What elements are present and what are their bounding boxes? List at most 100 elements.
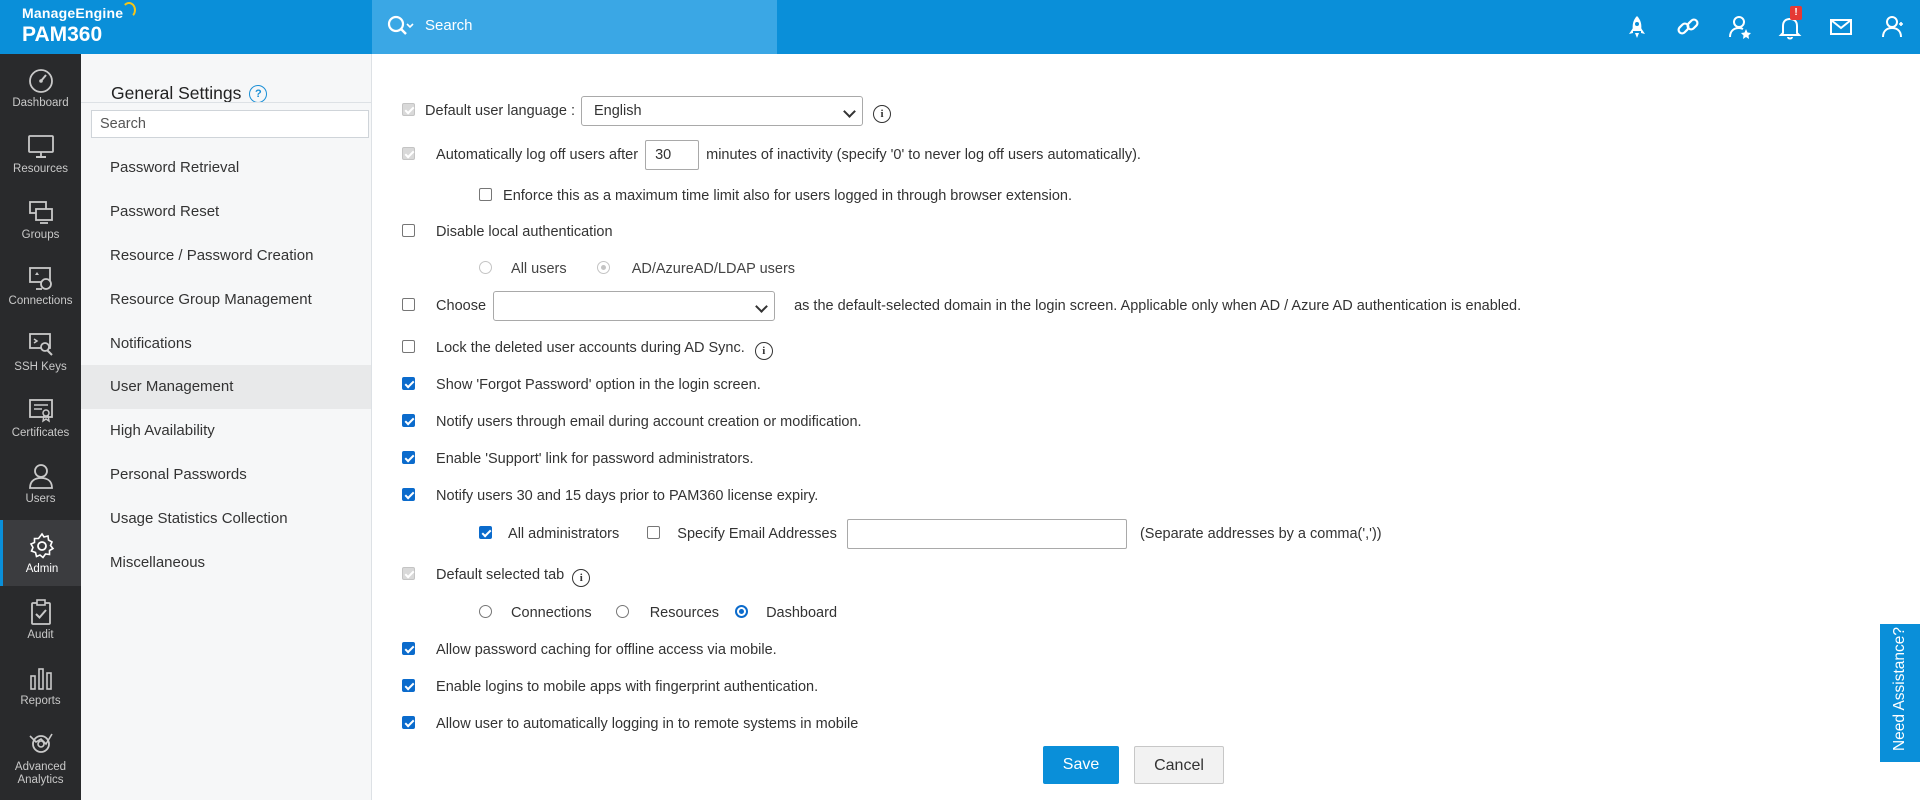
bar-chart-icon (29, 668, 52, 690)
logo-swoosh-icon (122, 2, 136, 18)
ldap-users-radio[interactable] (596, 261, 610, 274)
rail-label: Certificates (11, 427, 70, 439)
info-icon[interactable]: i (873, 105, 892, 123)
certificate-icon (28, 399, 53, 423)
rail-item-ssh-keys[interactable]: SSH Keys (0, 318, 81, 384)
rail-item-admin[interactable]: Admin (0, 520, 81, 586)
support-link-row: Enable 'Support' link for password admin… (402, 447, 753, 471)
fingerprint-label: Enable logins to mobile apps with finger… (436, 679, 819, 695)
app-logo[interactable]: ManageEngine PAM360 (0, 0, 372, 54)
password-caching-row: Allow password caching for offline acces… (402, 638, 777, 662)
specify-email-checkbox[interactable] (647, 526, 661, 539)
help-icon[interactable]: ? (249, 85, 268, 103)
connections-radio[interactable] (479, 605, 492, 618)
enforce-max-checkbox[interactable] (479, 188, 492, 201)
groups-icon (28, 201, 53, 224)
fingerprint-checkbox[interactable] (402, 679, 415, 692)
rail-label: Connections (8, 295, 73, 307)
lock-deleted-label: Lock the deleted user accounts during AD… (436, 340, 745, 356)
nav-item-user-management[interactable]: User Management (81, 365, 371, 409)
rail-item-users[interactable]: Users (0, 450, 81, 516)
choose-domain-checkbox[interactable] (402, 298, 415, 311)
nav-item-password-reset[interactable]: Password Reset (81, 190, 371, 234)
search-input[interactable]: Search (425, 17, 473, 34)
nav-item-notifications[interactable]: Notifications (81, 322, 371, 366)
resources-radio[interactable] (615, 605, 629, 618)
lock-deleted-checkbox[interactable] (402, 340, 415, 353)
rail-item-resources[interactable]: Resources (0, 120, 81, 186)
info-icon[interactable]: i (572, 569, 591, 587)
connections-icon (28, 267, 52, 290)
all-admins-label: All administrators (508, 526, 620, 542)
default-tab-checkbox[interactable] (402, 567, 415, 580)
ssh-key-icon (28, 333, 53, 356)
nav-item-resource-password-creation[interactable]: Resource / Password Creation (81, 234, 371, 278)
email-hint: (Separate addresses by a comma(',')) (1139, 526, 1382, 542)
email-addresses-input[interactable] (846, 519, 1127, 550)
rail-label: Advanced Analytics (14, 761, 67, 786)
password-caching-checkbox[interactable] (402, 642, 415, 655)
nav-item-usage-statistics[interactable]: Usage Statistics Collection (81, 497, 371, 541)
recipients-row: All administrators Specify Email Address… (479, 518, 1382, 550)
license-expiry-label: Notify users 30 and 15 days prior to PAM… (436, 488, 819, 504)
auto-login-remote-label: Allow user to automatically logging in t… (436, 716, 859, 732)
rocket-icon[interactable] (1624, 14, 1650, 40)
all-users-label: All users (511, 261, 567, 277)
dashboard-radio[interactable] (735, 605, 749, 618)
nav-item-high-availability[interactable]: High Availability (81, 409, 371, 453)
disable-local-auth-label: Disable local authentication (436, 224, 613, 240)
info-icon[interactable]: i (754, 342, 773, 360)
disable-local-auth-checkbox[interactable] (402, 224, 415, 237)
support-link-checkbox[interactable] (402, 451, 415, 464)
default-tab-label: Default selected tab (436, 567, 565, 583)
user-profile-icon[interactable] (1880, 14, 1906, 40)
rail-label: Users (25, 493, 56, 505)
all-admins-checkbox[interactable] (479, 526, 492, 539)
mail-icon[interactable] (1828, 14, 1854, 40)
rail-item-reports[interactable]: Reports (0, 652, 81, 718)
settings-search-input[interactable]: Search (91, 110, 369, 138)
search-icon[interactable] (386, 14, 414, 44)
choose-domain-row: Choose as the default-selected domain in… (402, 290, 1521, 322)
rail-label: Reports (20, 695, 61, 707)
rail-item-certificates[interactable]: Certificates (0, 384, 81, 450)
rail-item-audit[interactable]: Audit (0, 586, 81, 652)
auto-login-remote-checkbox[interactable] (402, 716, 415, 729)
enforce-max-row: Enforce this as a maximum time limit als… (479, 184, 1072, 208)
forgot-password-checkbox[interactable] (402, 377, 415, 390)
rail-label: SSH Keys (14, 361, 67, 373)
fingerprint-row: Enable logins to mobile apps with finger… (402, 675, 818, 699)
nav-item-password-retrieval[interactable]: Password Retrieval (81, 146, 371, 190)
choose-domain-label: Choose (436, 298, 487, 314)
all-users-radio[interactable] (479, 261, 492, 274)
domain-select[interactable] (493, 291, 776, 322)
user-star-icon[interactable] (1727, 14, 1753, 40)
auto-logoff-label: Automatically log off users after (436, 147, 639, 163)
nav-item-miscellaneous[interactable]: Miscellaneous (81, 541, 371, 585)
auth-scope-row: All users AD/AzureAD/LDAP users (479, 257, 795, 281)
rail-label: Groups (21, 229, 60, 241)
link-icon[interactable] (1675, 14, 1701, 40)
dashboard-radio-label: Dashboard (766, 605, 838, 621)
nav-item-personal-passwords[interactable]: Personal Passwords (81, 453, 371, 497)
global-search[interactable]: Search (372, 0, 777, 54)
rail-item-advanced-analytics[interactable]: Advanced Analytics (0, 718, 81, 798)
language-select[interactable]: English (581, 96, 863, 127)
cancel-button[interactable]: Cancel (1134, 746, 1224, 784)
default-language-checkbox[interactable] (402, 103, 415, 116)
notify-email-label: Notify users through email during accoun… (436, 414, 862, 430)
rail-item-groups[interactable]: Groups (0, 186, 81, 252)
rail-item-dashboard[interactable]: Dashboard (0, 54, 81, 120)
nav-item-resource-group-management[interactable]: Resource Group Management (81, 278, 371, 322)
left-rail: Dashboard Resources Groups Connections S… (0, 54, 81, 800)
license-expiry-checkbox[interactable] (402, 488, 415, 501)
need-assistance-tab[interactable]: Need Assistance? (1880, 624, 1920, 762)
auto-logoff-checkbox[interactable] (402, 147, 415, 160)
rail-label: Audit (27, 629, 54, 641)
rail-item-connections[interactable]: Connections (0, 252, 81, 318)
logoff-minutes-input[interactable]: 30 (645, 140, 700, 171)
save-button[interactable]: Save (1043, 746, 1119, 784)
gear-icon (29, 532, 55, 559)
chevron-down-icon (755, 300, 768, 314)
notify-email-checkbox[interactable] (402, 414, 415, 427)
